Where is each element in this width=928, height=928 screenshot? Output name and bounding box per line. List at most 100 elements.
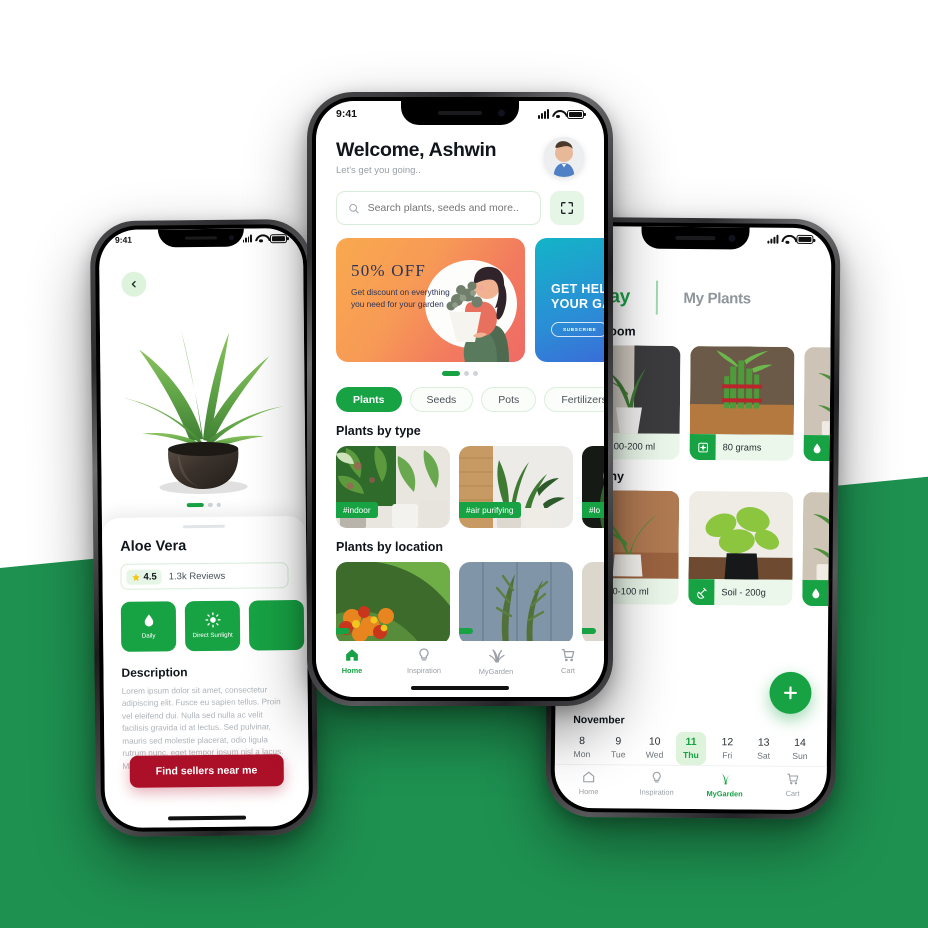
plant-location-card[interactable] [336, 562, 450, 644]
avatar[interactable] [544, 137, 584, 177]
section-title-plants-by-type: Plants by type [336, 424, 421, 438]
home-indicator [168, 815, 247, 821]
care-badges: Daily Direct Sunlight [120, 599, 305, 652]
nav-label: Inspiration [406, 666, 442, 675]
sheet-grabber[interactable] [182, 524, 225, 529]
care-badge-sun[interactable]: Direct Sunlight [184, 600, 241, 652]
nav-home[interactable]: Home [324, 647, 380, 675]
subscribe-button[interactable]: SUBSCRIBE [551, 322, 604, 337]
notch [641, 226, 750, 250]
date-cell[interactable]: 10 Wed [640, 732, 670, 765]
add-task-fab[interactable] [769, 671, 812, 715]
tab-my-plants[interactable]: My Plants [683, 289, 750, 307]
task-measure: 100-200 ml [608, 441, 656, 452]
chip-pots[interactable]: Pots [481, 387, 537, 412]
date-weekday: Sat [757, 750, 771, 761]
rating-row: 4.5 1.3k Reviews [120, 562, 289, 590]
water-drop-icon [803, 434, 830, 462]
plant-type-card[interactable]: #indoor [336, 446, 450, 528]
date-number: 13 [757, 736, 770, 749]
chip-seeds[interactable]: Seeds [409, 387, 474, 412]
phone-left-product-detail: 9:41 Aloe Vera 4.5 1.3k Reviews Daily Di… [89, 218, 319, 838]
rating-value: 4.5 [143, 570, 157, 583]
water-drop-icon [802, 579, 829, 607]
welcome-title: Welcome, Ashwin [336, 138, 497, 161]
promo-banner-discount[interactable]: 50% OFF Get discount on everything you n… [336, 238, 525, 362]
category-chips[interactable]: Plants Seeds Pots Fertilizers [316, 387, 604, 412]
help-headline: GET HELP FOR YOUR GARDEN [551, 282, 604, 312]
care-badge-extra[interactable] [248, 599, 305, 651]
date-weekday: Tue [610, 749, 626, 760]
gallery-dots[interactable] [186, 502, 221, 508]
home-icon [583, 771, 595, 783]
calendar-strip[interactable]: November 8 Mon 9 Tue 10 Wed 11 Thu 12 Fri 13 S… [555, 714, 827, 766]
plant-task-card[interactable]: 80 grams [689, 345, 795, 461]
product-image [99, 298, 309, 500]
find-sellers-button[interactable]: Find sellers near me [129, 754, 284, 788]
battery-icon [796, 234, 814, 245]
nav-cart[interactable]: Cart [765, 772, 821, 798]
tab-divider [655, 280, 658, 315]
plant-type-card[interactable]: #lo [582, 446, 604, 528]
carousel-dots[interactable] [316, 371, 604, 376]
promo-carousel[interactable]: 50% OFF Get discount on everything you n… [316, 238, 604, 362]
date-cell[interactable]: 12 Fri [712, 732, 742, 765]
date-weekday: Sun [792, 750, 808, 762]
star-icon [132, 572, 140, 581]
date-number: 14 [794, 736, 806, 749]
date-number: 10 [648, 735, 661, 748]
product-title: Aloe Vera [120, 538, 187, 555]
chevron-left-icon [131, 280, 136, 288]
care-badge-water[interactable]: Daily [120, 601, 177, 652]
plant-location-card[interactable] [459, 562, 573, 644]
date-cell-selected[interactable]: 11 Thu [675, 731, 707, 766]
plant-task-card[interactable] [803, 346, 831, 462]
date-cell[interactable]: 8 Mon [567, 731, 597, 764]
product-hero [98, 227, 309, 531]
date-weekday: Thu [682, 749, 699, 761]
plant-task-card[interactable] [802, 491, 830, 607]
task-footer [803, 434, 831, 462]
front-camera [228, 235, 234, 241]
chip-fertilizers[interactable]: Fertilizers [544, 387, 604, 412]
scan-button[interactable] [550, 191, 584, 225]
nav-cart[interactable]: Cart [540, 647, 596, 675]
nav-label: Home [578, 787, 599, 797]
date-cell[interactable]: 14 Sun [785, 733, 815, 766]
date-cell[interactable]: 9 Tue [603, 731, 633, 764]
card-rail-plants-by-location[interactable] [316, 562, 604, 644]
promo-banner-help[interactable]: GET HELP FOR YOUR GARDEN SUBSCRIBE [535, 238, 604, 362]
earpiece-speaker [438, 111, 482, 115]
rating-badge: 4.5 [126, 568, 162, 585]
review-count: 1.3k Reviews [168, 570, 226, 582]
nav-inspiration[interactable]: Inspiration [629, 770, 685, 797]
notch [401, 101, 519, 125]
card-rail-plants-by-type[interactable]: #indoor #air purifying #lo [316, 446, 604, 528]
nav-label: MyGarden [478, 667, 514, 676]
plant-photo [803, 346, 831, 436]
nav-mygarden[interactable]: MyGarden [697, 771, 753, 798]
chip-plants[interactable]: Plants [336, 387, 402, 412]
nav-label: MyGarden [706, 789, 743, 799]
date-cell[interactable]: 13 Sat [748, 732, 778, 765]
wifi-icon [255, 234, 267, 243]
back-button[interactable] [121, 271, 147, 297]
nav-home[interactable]: Home [561, 770, 617, 796]
home-indicator [411, 686, 509, 690]
plant-photo [802, 491, 830, 581]
task-measure: 80 grams [722, 442, 762, 453]
nav-mygarden[interactable]: MyGarden [468, 647, 524, 676]
description-heading: Description [121, 665, 188, 680]
plant-photo [336, 562, 450, 644]
plant-location-card[interactable] [582, 562, 604, 644]
search-bar[interactable] [336, 191, 541, 225]
fertilizer-icon [689, 433, 716, 461]
home-icon [346, 649, 358, 661]
nav-inspiration[interactable]: Inspiration [396, 647, 452, 675]
plant-type-card[interactable]: #air purifying [459, 446, 573, 528]
task-measure: Soil - 200g [721, 587, 766, 598]
search-input[interactable] [367, 202, 529, 214]
plant-task-card[interactable]: Soil - 200g [688, 490, 794, 606]
welcome-subtitle: Let's get you going.. [336, 164, 421, 176]
plant-photo [459, 562, 573, 644]
